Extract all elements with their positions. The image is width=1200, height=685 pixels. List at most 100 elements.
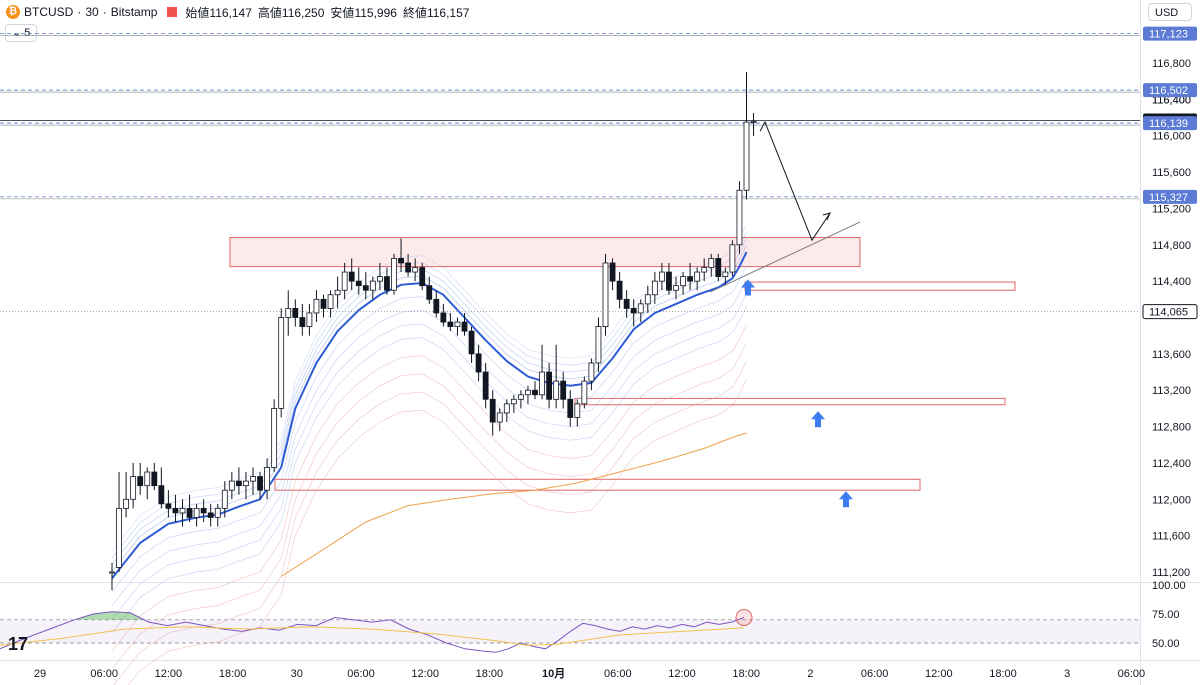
candle-body[interactable]: [602, 262, 609, 327]
candle-body[interactable]: [384, 276, 390, 291]
tradingview-logo[interactable]: 17: [8, 634, 28, 654]
candle-body[interactable]: [193, 507, 200, 518]
candle-body[interactable]: [235, 480, 242, 487]
candle-body[interactable]: [729, 244, 736, 273]
candle-body[interactable]: [659, 271, 665, 282]
candle-body[interactable]: [327, 294, 334, 309]
supply-demand-zone[interactable]: [744, 281, 1016, 291]
candle-body[interactable]: [207, 512, 214, 518]
candle-body[interactable]: [560, 380, 567, 400]
candle-body[interactable]: [518, 394, 524, 400]
up-arrow-icon[interactable]: [839, 491, 853, 508]
candle-body[interactable]: [687, 276, 693, 282]
candle-body[interactable]: [116, 507, 122, 568]
candle-body[interactable]: [581, 380, 588, 405]
price-chart[interactable]: 116,800116,400116,000115,600115,200114,8…: [0, 0, 1200, 685]
candle-body[interactable]: [292, 308, 299, 318]
candle-body[interactable]: [496, 412, 503, 423]
candle-body[interactable]: [362, 285, 369, 291]
candle-body[interactable]: [320, 298, 327, 309]
candle-body[interactable]: [109, 571, 115, 574]
candle-body[interactable]: [278, 317, 285, 409]
candle-body[interactable]: [489, 398, 496, 423]
candle-body[interactable]: [264, 467, 271, 491]
candle-body[interactable]: [553, 380, 560, 400]
candle-body[interactable]: [412, 267, 419, 273]
candle-body[interactable]: [299, 317, 306, 327]
candle-body[interactable]: [313, 298, 320, 314]
candle-body[interactable]: [482, 371, 489, 400]
candle-body[interactable]: [525, 389, 531, 396]
candle-body[interactable]: [532, 389, 538, 396]
candle-body[interactable]: [736, 189, 743, 246]
candle-body[interactable]: [666, 271, 672, 291]
candle-body[interactable]: [567, 398, 574, 418]
candle-body[interactable]: [673, 285, 679, 291]
candle-body[interactable]: [214, 507, 221, 518]
candle-body[interactable]: [341, 271, 348, 291]
candle-body[interactable]: [228, 480, 235, 491]
candle-body[interactable]: [158, 485, 165, 505]
candle-body[interactable]: [454, 321, 461, 327]
rsi-highlight-circle[interactable]: [735, 608, 753, 626]
projection-path[interactable]: [759, 120, 831, 242]
candle-body[interactable]: [630, 308, 637, 314]
candle-body[interactable]: [433, 298, 440, 314]
candle-body[interactable]: [123, 498, 129, 509]
time-axis[interactable]: 29 06:00 12:00 18:00 30 06:00 12:00 18:00 10月 06:…: [34, 667, 1145, 680]
supply-demand-zone[interactable]: [229, 237, 861, 268]
candle-body[interactable]: [348, 271, 355, 282]
candle-body[interactable]: [200, 507, 207, 514]
candle-body[interactable]: [137, 476, 144, 487]
candle-body[interactable]: [355, 280, 362, 287]
candle-body[interactable]: [644, 294, 651, 305]
price-axis[interactable]: 116,800116,400116,000115,600115,200114,8…: [1142, 26, 1198, 579]
candle-body[interactable]: [405, 262, 412, 273]
candle-body[interactable]: [715, 258, 722, 277]
candle-body[interactable]: [172, 507, 179, 514]
candle-body[interactable]: [250, 476, 256, 482]
candle-body[interactable]: [708, 258, 715, 268]
candle-body[interactable]: [376, 276, 383, 282]
candle-body[interactable]: [285, 308, 292, 318]
candle-body[interactable]: [743, 121, 750, 191]
candle-body[interactable]: [468, 330, 475, 355]
slow-ma-line[interactable]: [280, 432, 747, 577]
candle-body[interactable]: [609, 262, 616, 282]
candle-body[interactable]: [510, 398, 517, 405]
candle-body[interactable]: [722, 271, 729, 277]
candle-body[interactable]: [546, 371, 552, 400]
candle-body[interactable]: [369, 280, 376, 291]
candle-body[interactable]: [750, 121, 757, 123]
candle-body[interactable]: [306, 312, 313, 327]
candle-body[interactable]: [165, 503, 172, 509]
candle-body[interactable]: [680, 276, 686, 287]
candle-body[interactable]: [151, 471, 158, 487]
candle-body[interactable]: [461, 321, 468, 332]
candle-body[interactable]: [257, 476, 263, 491]
candle-body[interactable]: [475, 353, 482, 373]
candle-body[interactable]: [701, 267, 708, 273]
candle-body[interactable]: [595, 326, 602, 364]
candle-body[interactable]: [426, 285, 433, 300]
candle-body[interactable]: [221, 489, 228, 509]
supply-demand-zone[interactable]: [574, 397, 1006, 406]
candle-body[interactable]: [588, 362, 595, 382]
candle-body[interactable]: [398, 258, 404, 264]
candle-body[interactable]: [447, 321, 454, 327]
up-arrow-icon[interactable]: [811, 411, 825, 428]
candle-body[interactable]: [623, 298, 630, 309]
candle-body[interactable]: [179, 507, 186, 514]
candle-body[interactable]: [440, 312, 447, 323]
candle-body[interactable]: [144, 471, 151, 487]
candle-body[interactable]: [651, 280, 658, 296]
candle-body[interactable]: [186, 507, 193, 518]
candle-body[interactable]: [694, 271, 701, 282]
candle-body[interactable]: [271, 407, 278, 468]
candle-body[interactable]: [574, 403, 581, 418]
candle-body[interactable]: [637, 303, 644, 314]
candle-body[interactable]: [391, 258, 397, 291]
candle-body[interactable]: [243, 480, 249, 487]
candle-body[interactable]: [334, 289, 341, 296]
candle-body[interactable]: [616, 280, 623, 300]
